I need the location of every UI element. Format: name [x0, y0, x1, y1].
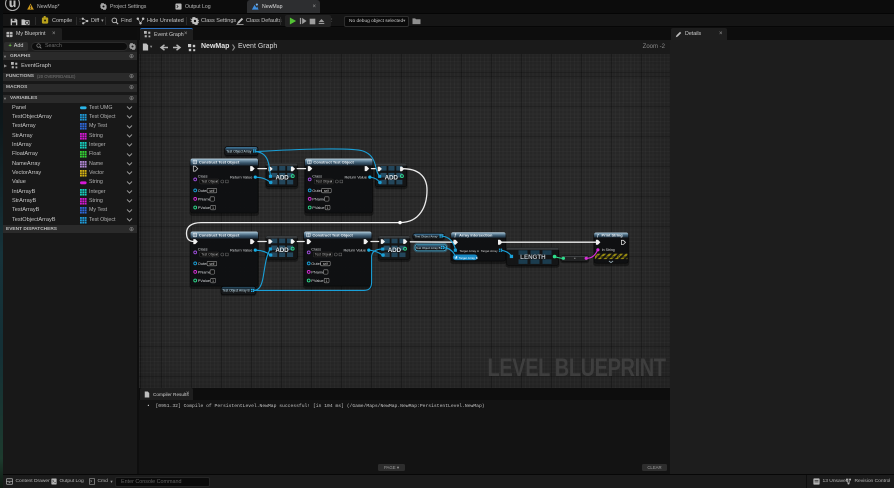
svg-text:1: 1 [212, 206, 214, 210]
svg-text:Return Value: Return Value [230, 174, 252, 179]
svg-text:Outer: Outer [311, 261, 321, 266]
svg-text:self: self [209, 189, 214, 193]
svg-text:Return Value: Return Value [230, 247, 252, 252]
svg-text:1: 1 [326, 279, 328, 283]
svg-text:Return Value: Return Value [343, 247, 365, 252]
svg-text:LENGTH: LENGTH [520, 254, 546, 261]
svg-text:Development Only: Development Only [597, 255, 626, 259]
svg-text:1: 1 [327, 206, 329, 210]
svg-text:Class: Class [198, 174, 208, 179]
svg-text:Outer: Outer [198, 261, 208, 266]
svg-text:Construct Test Object: Construct Test Object [312, 233, 353, 238]
svg-text:self: self [209, 262, 214, 266]
svg-text:Class: Class [311, 247, 321, 252]
svg-text:PName: PName [311, 270, 324, 275]
svg-text:PName: PName [198, 270, 211, 275]
svg-text:Print String: Print String [602, 233, 624, 238]
svg-text:ADD: ADD [388, 247, 402, 254]
svg-text:PValue: PValue [198, 278, 210, 283]
svg-text:Test Object Array: Test Object Array [226, 149, 251, 153]
svg-text:Construct Test Object: Construct Test Object [199, 233, 240, 238]
svg-text:Target Array: Target Array [481, 249, 498, 253]
svg-text:Outer: Outer [312, 188, 322, 193]
svg-text:ADD: ADD [275, 247, 289, 254]
svg-text:ADD: ADD [275, 174, 289, 181]
svg-text:Class: Class [312, 174, 322, 179]
svg-text:Target Array B: Target Array B [459, 256, 478, 260]
svg-text:Outer: Outer [198, 188, 208, 193]
svg-text:ADD: ADD [385, 174, 399, 181]
svg-text:Construct Test Object: Construct Test Object [313, 160, 354, 165]
svg-text:Return Value: Return Value [344, 174, 366, 179]
svg-text:Class: Class [198, 247, 208, 252]
svg-text:Construct Test Object: Construct Test Object [199, 160, 240, 165]
svg-text:Test Object Array B: Test Object Array B [222, 289, 249, 293]
svg-text:PName: PName [312, 197, 325, 202]
svg-text:1: 1 [212, 279, 214, 283]
svg-text:PName: PName [198, 197, 211, 202]
svg-text:PValue: PValue [198, 205, 210, 210]
svg-text:PValue: PValue [312, 205, 324, 210]
svg-text:Target Array A: Target Array A [460, 249, 480, 253]
svg-text:In String: In String [602, 248, 615, 252]
svg-text:self: self [324, 189, 329, 193]
svg-text:self: self [323, 262, 328, 266]
svg-text:Array Intersection: Array Intersection [459, 233, 493, 238]
svg-text:Test Object Array B: Test Object Array B [416, 246, 441, 250]
svg-text:PValue: PValue [311, 278, 323, 283]
svg-text:Test Object Array: Test Object Array [415, 235, 438, 239]
